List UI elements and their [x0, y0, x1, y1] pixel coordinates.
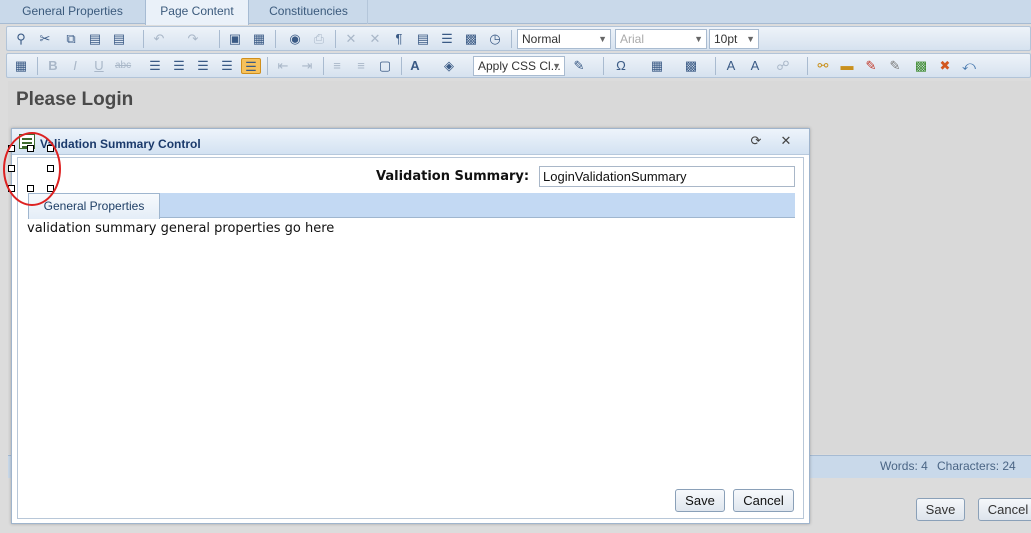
image-manager-icon[interactable]: ▣	[227, 31, 243, 47]
redirect-icon[interactable]: ✖	[937, 58, 953, 74]
numbered-list-icon[interactable]: ≡	[329, 58, 345, 74]
highlight-color-icon[interactable]: ◈	[441, 58, 457, 74]
dialog-save-button[interactable]: Save	[675, 489, 725, 512]
align-center-icon[interactable]: ☰	[171, 58, 187, 74]
bold-icon[interactable]: B	[45, 58, 61, 74]
italic-icon[interactable]: I	[67, 58, 83, 74]
word-count: Words: 4	[880, 459, 928, 473]
page-cancel-button[interactable]: Cancel	[978, 498, 1031, 521]
cut-icon[interactable]: ✂	[37, 31, 53, 47]
strikethrough-icon[interactable]: abc	[115, 58, 131, 74]
tab-general-properties[interactable]: General Properties	[0, 0, 146, 24]
form-element-icon[interactable]: ✎	[863, 58, 879, 74]
close-icon[interactable]: ✕	[778, 133, 794, 149]
outdent-icon[interactable]: ⇤	[275, 58, 291, 74]
align-left-icon[interactable]: ☰	[147, 58, 163, 74]
dialog-title: Validation Summary Control	[40, 137, 201, 151]
dialog-cancel-button[interactable]: Cancel	[733, 489, 794, 512]
hyperlink-icon[interactable]: ☍	[775, 58, 791, 74]
spell-icon[interactable]: A	[747, 58, 763, 74]
page-save-button[interactable]: Save	[916, 498, 965, 521]
paragraph-icon[interactable]: ¶	[391, 31, 407, 47]
superscript-icon[interactable]: A	[723, 58, 739, 74]
align-none-icon[interactable]: ☰	[241, 58, 261, 74]
justify-icon[interactable]: ☰	[439, 31, 455, 47]
page-icon[interactable]: ▤	[415, 31, 431, 47]
size-select[interactable]: 10pt ▼	[709, 29, 759, 49]
size-select-value: 10pt	[714, 32, 738, 46]
top-tab-strip: General Properties Page Content Constitu…	[0, 0, 1031, 25]
insert-box-icon[interactable]: ▢	[377, 58, 393, 74]
font-select-value: Arial	[620, 32, 645, 46]
print-icon[interactable]: ⎙	[311, 31, 327, 47]
spellcheck-icon[interactable]: ◉	[287, 31, 303, 47]
snippet-icon[interactable]: ▩	[683, 58, 699, 74]
validation-summary-dialog: Validation Summary Control ⟳ ✕ Validatio…	[11, 128, 810, 524]
symbol-icon[interactable]: Ω	[613, 58, 629, 74]
document-manager-icon[interactable]: ▦	[251, 31, 267, 47]
page-title: Please Login	[16, 89, 134, 110]
delete-control-icon[interactable]: ▩	[913, 58, 929, 74]
font-color-icon[interactable]: A	[407, 58, 423, 74]
align-justify-icon[interactable]: ☰	[219, 58, 235, 74]
template-icon[interactable]: ▩	[463, 31, 479, 47]
character-count: Characters: 24	[937, 459, 1016, 473]
chevron-down-icon: ▼	[694, 34, 703, 44]
validation-summary-input[interactable]	[539, 166, 795, 187]
paste-icon[interactable]: ▤	[87, 31, 103, 47]
underline-icon[interactable]: U	[91, 58, 107, 74]
back-arrow-icon[interactable]: ⤺	[961, 58, 977, 74]
validation-summary-label: Validation Summary:	[376, 169, 530, 184]
format-brush-icon[interactable]: ✎	[571, 58, 587, 74]
align-right-icon[interactable]: ☰	[195, 58, 211, 74]
annotation-circle	[3, 132, 61, 206]
undo-icon[interactable]: ↶	[151, 31, 167, 47]
chevron-down-icon: ▼	[746, 34, 755, 44]
tab-page-content[interactable]: Page Content	[145, 0, 249, 25]
form-icon[interactable]: ▬	[839, 58, 855, 74]
properties-placeholder-text: validation summary general properties go…	[27, 221, 335, 236]
bulleted-list-icon[interactable]: ≡	[353, 58, 369, 74]
editor-toolbar-row-2: ▦ B I U abc ☰ ☰ ☰ ☰ ☰ ⇤ ⇥ ≡ ≡ ▢ A ◈ Appl…	[6, 53, 1031, 78]
css-class-select[interactable]: Apply CSS Cl... ▼	[473, 56, 565, 76]
redo-icon[interactable]: ↷	[185, 31, 201, 47]
dialog-title-bar[interactable]: Validation Summary Control ⟳ ✕	[12, 129, 809, 155]
format-select-value: Normal	[522, 32, 561, 46]
tab-constituencies[interactable]: Constituencies	[250, 0, 368, 24]
paste-options-icon[interactable]: ▤	[111, 31, 127, 47]
editor-toolbar-row-1: ⚲ ✂ ⧉ ▤ ▤ ↶ ↷ ▣ ▦ ◉ ⎙ ✕ ✕ ¶ ▤ ☰ ▩ ◷ Norm…	[6, 26, 1031, 51]
format-select[interactable]: Normal ▼	[517, 29, 611, 49]
control-icon[interactable]: ✎	[887, 58, 903, 74]
link-icon[interactable]: ⚯	[815, 58, 831, 74]
remove-format-icon[interactable]: ✕	[367, 31, 383, 47]
table-icon[interactable]: ▦	[649, 58, 665, 74]
chevron-down-icon: ▼	[598, 34, 607, 44]
clock-icon[interactable]: ◷	[487, 31, 503, 47]
chevron-down-icon: ▼	[552, 61, 561, 71]
strip-icon[interactable]: ✕	[343, 31, 359, 47]
css-class-select-value: Apply CSS Cl...	[478, 59, 561, 73]
font-select[interactable]: Arial ▼	[615, 29, 707, 49]
indent-icon[interactable]: ⇥	[299, 58, 315, 74]
copy-icon[interactable]: ⧉	[63, 31, 79, 47]
reload-icon[interactable]: ⟳	[748, 133, 764, 149]
find-icon[interactable]: ⚲	[13, 31, 29, 47]
select-all-icon[interactable]: ▦	[13, 58, 29, 74]
